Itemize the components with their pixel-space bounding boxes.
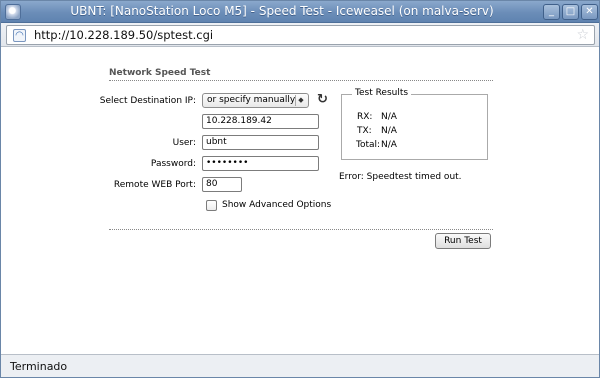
port-label: Remote WEB Port:	[113, 180, 196, 190]
status-text: Terminado	[10, 360, 68, 373]
user-label: User:	[172, 138, 196, 148]
close-button[interactable]: ✕	[581, 4, 598, 20]
port-input[interactable]: 80	[202, 177, 242, 192]
password-input[interactable]: ••••••••	[202, 156, 319, 171]
page-content: Network Speed Test Select Destination IP…	[1, 48, 599, 354]
url-field[interactable]: ◠ http://10.228.189.50/sptest.cgi ☆	[6, 25, 595, 45]
error-message: Error: Speedtest timed out.	[339, 172, 462, 182]
rss-icon[interactable]: ◠	[13, 29, 26, 42]
app-icon[interactable]	[5, 4, 21, 20]
divider-bottom	[109, 229, 493, 230]
status-bar: Terminado	[1, 354, 599, 377]
advanced-options-checkbox[interactable]	[206, 200, 217, 211]
rx-label: RX:	[357, 112, 373, 122]
test-results-legend: Test Results	[352, 88, 412, 98]
destination-ip-input[interactable]: 10.228.189.42	[202, 114, 319, 129]
navigation-bar: ◠ http://10.228.189.50/sptest.cgi ☆	[1, 23, 599, 47]
total-value: N/A	[381, 140, 397, 150]
url-text[interactable]: http://10.228.189.50/sptest.cgi	[34, 28, 213, 42]
tx-value: N/A	[381, 126, 397, 136]
password-label: Password:	[150, 159, 196, 169]
destination-label: Select Destination IP:	[99, 96, 196, 106]
window-title: UBNT: [NanoStation Loco M5] - Speed Test…	[70, 4, 494, 18]
advanced-options-label[interactable]: Show Advanced Options	[222, 200, 331, 210]
minimize-button[interactable]: _	[543, 4, 560, 20]
divider-top	[109, 80, 493, 81]
section-title: Network Speed Test	[109, 68, 211, 78]
chevron-down-icon: ◆	[295, 95, 306, 106]
user-input[interactable]: ubnt	[202, 135, 319, 150]
maximize-button[interactable]: □	[562, 4, 579, 20]
star-icon[interactable]: ☆	[576, 27, 589, 43]
rx-value: N/A	[381, 112, 397, 122]
browser-window: UBNT: [NanoStation Loco M5] - Speed Test…	[0, 0, 600, 378]
refresh-icon[interactable]: ↻	[317, 92, 331, 107]
title-bar[interactable]: UBNT: [NanoStation Loco M5] - Speed Test…	[1, 1, 599, 23]
destination-select-value: or specify manually	[207, 95, 296, 105]
run-test-button[interactable]: Run Test	[435, 233, 491, 249]
destination-select[interactable]: or specify manually ◆	[202, 93, 309, 108]
tx-label: TX:	[357, 126, 372, 136]
total-label: Total:	[356, 140, 381, 150]
